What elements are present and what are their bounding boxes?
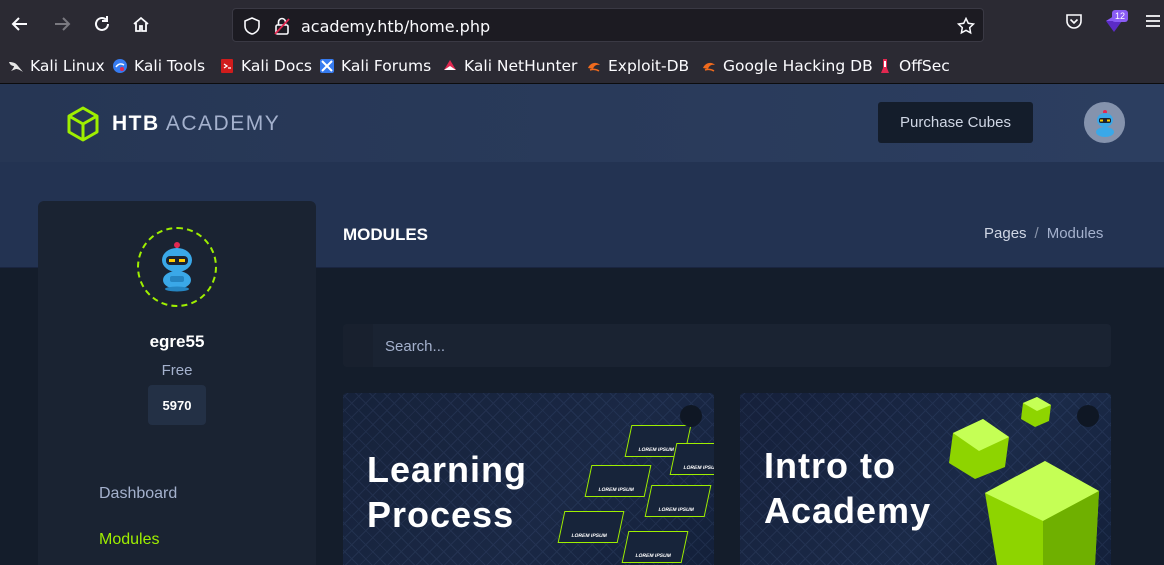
card-status-dot [1077, 405, 1099, 427]
bookmark-kali-tools[interactable]: Kali Tools [112, 56, 205, 76]
logo-text-bold: HTB [112, 112, 160, 135]
username: egre55 [149, 332, 205, 351]
menu-icon[interactable] [1144, 12, 1162, 35]
bookmark-label: Kali Forums [341, 57, 432, 75]
page-title: MODULES [343, 225, 428, 244]
search-addon [343, 324, 373, 367]
tile-text: LOREM IPSUM [657, 507, 695, 513]
reload-icon[interactable] [90, 12, 114, 36]
module-title-line2: Academy [764, 490, 932, 531]
bookmark-offsec[interactable]: OffSec [877, 56, 950, 76]
pocket-icon[interactable] [1065, 12, 1083, 35]
shield-icon[interactable] [243, 17, 261, 40]
tile-text: LOREM IPSUM [682, 465, 714, 471]
offsec-icon [877, 58, 893, 74]
exploit-db-icon [586, 58, 602, 74]
lorem-tile: LOREM IPSUM [584, 465, 652, 497]
kali-forums-icon [319, 58, 335, 74]
kali-tools-icon [112, 58, 128, 74]
kali-docs-icon [219, 58, 235, 74]
site-header: HTB ACADEMY Purchase Cubes [0, 84, 1164, 162]
bookmark-google-hacking-db[interactable]: Google Hacking DB [701, 56, 873, 76]
module-card-learning-process[interactable]: Learning Process LOREM IPSUM LOREM IPSUM… [343, 393, 714, 565]
profile-sidebar: egre55 Free 5970 Dashboard Modules [38, 201, 316, 565]
bookmark-label: Google Hacking DB [723, 57, 873, 75]
module-title-line1: Learning [367, 449, 528, 490]
small-cube [1021, 397, 1051, 427]
kali-nethunter-icon [442, 58, 458, 74]
tile-text: LOREM IPSUM [634, 553, 672, 559]
bookmarks-bar: Kali Linux Kali Tools Kali Docs Kali For… [0, 48, 1164, 84]
breadcrumb-pages[interactable]: Pages [984, 225, 1027, 242]
back-icon[interactable] [8, 12, 32, 36]
sidebar-item-modules[interactable]: Modules [99, 531, 159, 549]
bookmark-exploit-db[interactable]: Exploit-DB [586, 56, 689, 76]
bookmark-star-icon[interactable] [956, 16, 976, 40]
purchase-cubes-button[interactable]: Purchase Cubes [878, 102, 1033, 143]
bookmark-kali-docs[interactable]: Kali Docs [219, 56, 312, 76]
breadcrumb: Pages / Modules [984, 225, 1103, 242]
htb-academy-logo[interactable]: HTB ACADEMY [66, 106, 280, 142]
url-text[interactable]: academy.htb/home.php [301, 17, 490, 36]
sidebar-item-dashboard[interactable]: Dashboard [99, 485, 177, 503]
cubes-balance: 5970 [148, 385, 206, 425]
lorem-tile: LOREM IPSUM [644, 485, 712, 517]
robot-avatar-icon [162, 242, 192, 292]
search-input[interactable]: Search... [343, 324, 1111, 367]
lorem-tile: LOREM IPSUM [669, 443, 714, 475]
bookmark-kali-linux[interactable]: Kali Linux [8, 56, 105, 76]
robot-avatar-icon [1095, 109, 1114, 137]
extension-badge: 12 [1112, 10, 1129, 22]
profile-avatar[interactable] [137, 227, 217, 307]
plan-label: Free [161, 362, 193, 379]
tile-text: LOREM IPSUM [597, 487, 635, 493]
address-bar[interactable]: academy.htb/home.php [232, 8, 984, 42]
tile-text: LOREM IPSUM [570, 533, 608, 539]
bookmark-label: OffSec [899, 57, 950, 75]
home-icon[interactable] [129, 12, 153, 36]
exploit-db-icon [701, 58, 717, 74]
lorem-tile: LOREM IPSUM [557, 511, 625, 543]
module-card-intro-to-academy[interactable]: Intro to Academy [740, 393, 1111, 565]
lorem-tile: LOREM IPSUM [621, 531, 689, 563]
kali-dragon-icon [8, 58, 24, 74]
bookmark-kali-nethunter[interactable]: Kali NetHunter [442, 56, 577, 76]
insecure-lock-icon[interactable] [273, 17, 291, 40]
logo-text-light: ACADEMY [165, 112, 281, 135]
bookmark-label: Exploit-DB [608, 57, 690, 75]
medium-cube [949, 419, 1009, 479]
bookmark-kali-forums[interactable]: Kali Forums [319, 56, 431, 76]
module-title-line1: Intro to [764, 445, 896, 486]
logo-text: HTB ACADEMY [112, 112, 280, 136]
breadcrumb-current: Modules [1046, 225, 1104, 242]
module-title-line2: Process [367, 494, 515, 535]
bookmark-label: Kali Linux [30, 57, 105, 75]
browser-toolbar: academy.htb/home.php 12 [0, 0, 1164, 48]
card-status-dot [680, 405, 702, 427]
large-cube [985, 461, 1099, 565]
forward-icon[interactable] [50, 12, 74, 36]
breadcrumb-separator: / [1034, 225, 1039, 242]
bookmark-label: Kali Tools [134, 57, 206, 75]
search-placeholder: Search... [385, 338, 446, 355]
bookmark-label: Kali NetHunter [464, 57, 578, 75]
user-avatar[interactable] [1084, 102, 1125, 143]
bookmark-label: Kali Docs [241, 57, 312, 75]
cube-logo-icon [67, 106, 99, 142]
